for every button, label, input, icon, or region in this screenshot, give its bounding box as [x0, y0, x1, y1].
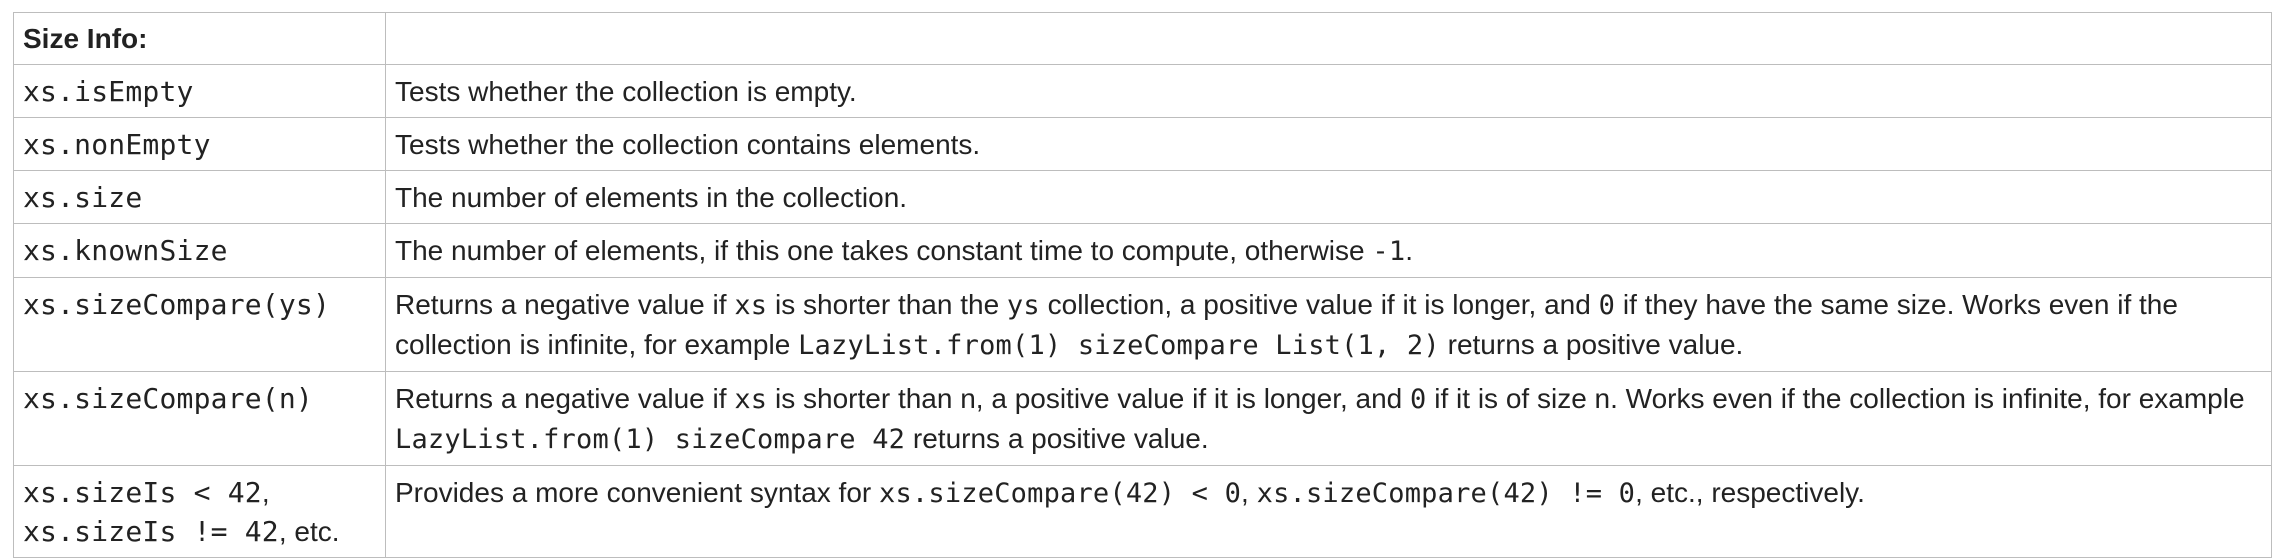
operation-code: xs.isEmpty: [23, 75, 194, 108]
operation-cell: xs.sizeCompare(n): [13, 371, 386, 466]
operation-code: xs.sizeIs != 42: [23, 515, 279, 548]
header-empty-cell: [385, 12, 2272, 65]
description-cell: The number of elements, if this one take…: [385, 223, 2272, 278]
description-text: ,: [1241, 477, 1257, 508]
operation-code: xs.size: [23, 181, 143, 214]
inline-code: LazyList.from(1) sizeCompare List(1, 2): [798, 330, 1440, 361]
operation-code: xs.sizeCompare(n): [23, 382, 313, 415]
inline-code: xs.sizeCompare(42) < 0: [879, 478, 1242, 509]
operation-cell: xs.sizeCompare(ys): [13, 277, 386, 372]
description-text: Provides a more convenient syntax for: [395, 477, 880, 508]
inline-code: xs: [734, 384, 768, 415]
table-row: xs.nonEmpty Tests whether the collection…: [13, 117, 2272, 171]
description-text: Returns a negative value if: [395, 289, 735, 320]
operation-cell: xs.size: [13, 170, 386, 224]
description-text: Returns a negative value if: [395, 383, 735, 414]
description-text: .: [1405, 235, 1414, 266]
description-text: if it is of size n. Works even if the co…: [1426, 383, 2245, 414]
description-text: collection, a positive value if it is lo…: [1039, 289, 1599, 320]
size-info-table: Size Info: xs.isEmpty Tests whether the …: [13, 12, 2272, 558]
table-row: xs.isEmpty Tests whether the collection …: [13, 64, 2272, 118]
section-title: Size Info:: [13, 12, 386, 65]
description-cell: The number of elements in the collection…: [385, 170, 2272, 224]
description-text: returns a positive value.: [905, 423, 1209, 454]
table-row: xs.sizeCompare(ys) Returns a negative va…: [13, 277, 2272, 372]
table-row: xs.size The number of elements in the co…: [13, 170, 2272, 224]
inline-code: xs.sizeCompare(42) != 0: [1256, 478, 1636, 509]
inline-code: -1: [1372, 236, 1406, 267]
operation-cell: xs.nonEmpty: [13, 117, 386, 171]
description-cell: Returns a negative value if xs is shorte…: [385, 371, 2272, 466]
table-row: xs.sizeCompare(n) Returns a negative val…: [13, 371, 2272, 466]
description-cell: Tests whether the collection contains el…: [385, 117, 2272, 171]
inline-code: 0: [1598, 290, 1616, 321]
operation-cell: xs.knownSize: [13, 223, 386, 278]
inline-code: 0: [1410, 384, 1427, 415]
description-text: The number of elements, if this one take…: [395, 235, 1373, 266]
operation-separator: ,: [261, 477, 270, 508]
inline-code: LazyList.from(1) sizeCompare 42: [395, 424, 906, 455]
inline-code: ys: [1006, 290, 1040, 321]
inline-code: xs: [734, 290, 768, 321]
description-text: is shorter than n, a positive value if i…: [767, 383, 1411, 414]
description-cell: Returns a negative value if xs is shorte…: [385, 277, 2272, 372]
operation-cell: xs.sizeIs < 42, xs.sizeIs != 42, etc.: [13, 465, 386, 558]
operation-tail: , etc.: [278, 516, 340, 547]
table-header-row: Size Info:: [13, 12, 2272, 65]
operation-code: xs.sizeIs < 42: [23, 476, 262, 509]
table-row: xs.sizeIs < 42, xs.sizeIs != 42, etc. Pro…: [13, 465, 2272, 558]
operation-cell: xs.isEmpty: [13, 64, 386, 118]
description-text: returns a positive value.: [1439, 329, 1744, 360]
operation-code: xs.sizeCompare(ys): [23, 288, 331, 321]
description-cell: Provides a more convenient syntax for xs…: [385, 465, 2272, 558]
operation-code: xs.nonEmpty: [23, 128, 211, 161]
table-row: xs.knownSize The number of elements, if …: [13, 223, 2272, 278]
operation-code: xs.knownSize: [23, 234, 228, 267]
description-text: is shorter than the: [767, 289, 1007, 320]
description-cell: Tests whether the collection is empty.: [385, 64, 2272, 118]
description-text: , etc., respectively.: [1635, 477, 1865, 508]
